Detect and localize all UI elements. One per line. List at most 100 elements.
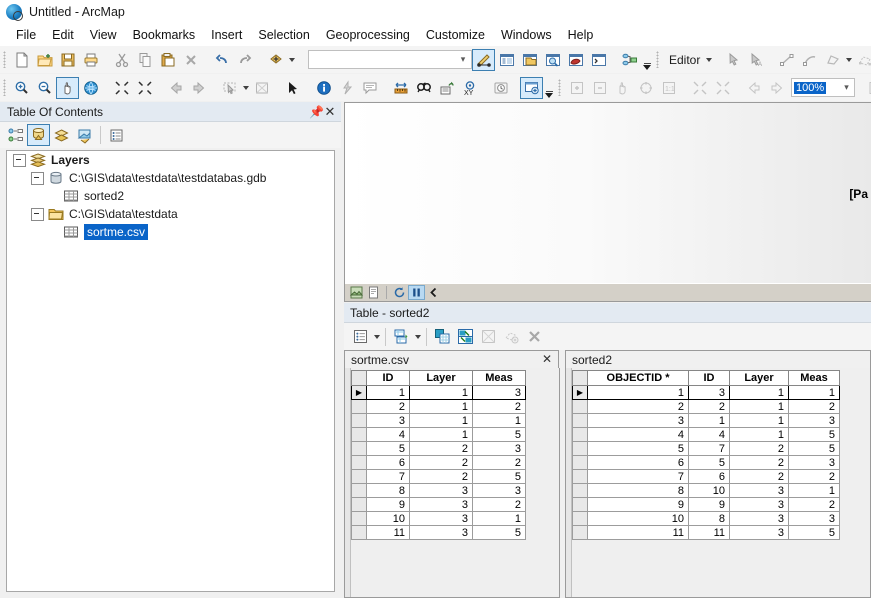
cell-meas[interactable]: 5 (788, 427, 840, 442)
cell-layer[interactable]: 2 (729, 455, 789, 470)
column-header-objectid[interactable]: OBJECTID * (587, 370, 689, 386)
cell-layer[interactable]: 3 (409, 511, 473, 526)
table-row[interactable]: 8 3 3 (351, 483, 526, 498)
cell-objectid[interactable]: 2 (587, 399, 689, 414)
table-row[interactable]: 11 3 5 (351, 525, 526, 540)
python-window-icon[interactable] (587, 49, 610, 71)
arctoolbox-icon[interactable] (564, 49, 587, 71)
cell-meas[interactable]: 2 (788, 399, 840, 414)
menu-edit[interactable]: Edit (44, 26, 82, 44)
row-selector-cell[interactable] (351, 455, 367, 470)
table-row[interactable]: 11 11 3 5 (572, 525, 840, 540)
toolbar-grip[interactable] (3, 51, 6, 68)
select-features-icon[interactable] (218, 77, 241, 99)
grid-vertical-scroll[interactable] (566, 368, 572, 597)
data-table[interactable]: OBJECTID * ID Layer Meas ▶ 1 3 1 1 2 2 1… (572, 370, 840, 540)
find-icon[interactable] (412, 77, 435, 99)
chevron-down-icon[interactable]: ▾ (455, 55, 471, 64)
catalog-window-icon[interactable] (518, 49, 541, 71)
table-row[interactable]: 3 1 1 (351, 413, 526, 428)
undo-icon[interactable] (210, 49, 233, 71)
tools-toolbar-grip[interactable] (3, 79, 6, 96)
layout-toolbar-grip[interactable] (558, 79, 561, 96)
cell-id[interactable]: 2 (688, 399, 730, 414)
cell-meas[interactable]: 5 (472, 525, 526, 540)
editor-menu-label[interactable]: Editor (663, 53, 704, 67)
cell-meas[interactable]: 5 (472, 427, 526, 442)
cell-layer[interactable]: 3 (729, 525, 789, 540)
go-back-extent-icon[interactable] (164, 77, 187, 99)
sorted2-grid[interactable]: OBJECTID * ID Layer Meas ▶ 1 3 1 1 2 2 1… (565, 368, 871, 598)
cell-meas[interactable]: 2 (472, 399, 526, 414)
cell-objectid[interactable]: 9 (587, 497, 689, 512)
column-header-layer[interactable]: Layer (409, 370, 473, 386)
layout-view-icon[interactable] (365, 285, 382, 300)
table-row[interactable]: 6 5 2 3 (572, 455, 840, 470)
list-by-visibility-icon[interactable] (50, 124, 73, 146)
expand-collapse-toggle[interactable] (31, 207, 44, 221)
cell-id[interactable]: 2 (366, 399, 410, 414)
find-route-icon[interactable] (435, 77, 458, 99)
row-selector-cell[interactable]: ▶ (351, 385, 367, 400)
table-row[interactable]: 5 7 2 5 (572, 441, 840, 456)
table-row[interactable]: 2 1 2 (351, 399, 526, 414)
table-row[interactable]: 8 10 3 1 (572, 483, 840, 498)
row-selector-cell[interactable] (572, 497, 588, 512)
data-view-icon[interactable] (348, 285, 365, 300)
expand-collapse-toggle[interactable] (13, 153, 26, 167)
related-tables-dropdown-arrow[interactable] (413, 326, 422, 348)
open-document-icon[interactable] (33, 49, 56, 71)
cell-id[interactable]: 8 (688, 511, 730, 526)
grid-vertical-scroll[interactable] (345, 368, 351, 597)
cell-meas[interactable]: 2 (472, 497, 526, 512)
delete-selected-icon[interactable] (523, 326, 546, 348)
cell-layer[interactable]: 1 (409, 427, 473, 442)
cell-id[interactable]: 7 (366, 469, 410, 484)
pan-icon[interactable] (56, 76, 79, 99)
select-by-attributes-icon[interactable] (431, 326, 454, 348)
table-row[interactable]: 10 3 1 (351, 511, 526, 526)
table-row[interactable]: 5 2 3 (351, 441, 526, 456)
list-by-selection-icon[interactable] (73, 124, 96, 146)
list-by-source-icon[interactable] (27, 124, 50, 146)
row-selector-cell[interactable] (351, 483, 367, 498)
column-header-meas[interactable]: Meas (788, 370, 840, 386)
cell-layer[interactable]: 3 (409, 483, 473, 498)
row-selector-cell[interactable] (572, 441, 588, 456)
table-row[interactable]: 9 9 3 2 (572, 497, 840, 512)
list-by-drawing-order-icon[interactable] (4, 124, 27, 146)
menu-geoprocessing[interactable]: Geoprocessing (318, 26, 418, 44)
menu-help[interactable]: Help (560, 26, 602, 44)
time-slider-icon[interactable] (489, 77, 512, 99)
cell-id[interactable]: 11 (366, 525, 410, 540)
clear-selection-icon[interactable] (250, 77, 273, 99)
cell-id[interactable]: 6 (366, 455, 410, 470)
sortme-csv-grid[interactable]: ID Layer Meas ▶ 1 1 3 2 1 2 3 1 1 4 1 5 … (344, 368, 560, 598)
cell-layer[interactable]: 2 (409, 469, 473, 484)
menu-customize[interactable]: Customize (418, 26, 493, 44)
refresh-view-icon[interactable] (391, 285, 408, 300)
hyperlink-icon[interactable] (335, 77, 358, 99)
create-viewer-window-icon[interactable] (520, 76, 543, 99)
cell-id[interactable]: 6 (688, 469, 730, 484)
cell-layer[interactable]: 2 (409, 441, 473, 456)
cell-objectid[interactable]: 6 (587, 455, 689, 470)
cell-layer[interactable]: 3 (409, 497, 473, 512)
toc-node-layers[interactable]: Layers (7, 151, 334, 169)
cell-id[interactable]: 5 (688, 455, 730, 470)
cell-objectid[interactable]: 3 (587, 413, 689, 428)
select-features-dropdown-arrow[interactable] (241, 77, 250, 99)
search-window-icon[interactable] (541, 49, 564, 71)
menu-insert[interactable]: Insert (203, 26, 250, 44)
table-row[interactable]: 10 8 3 3 (572, 511, 840, 526)
new-document-icon[interactable] (10, 49, 33, 71)
measure-icon[interactable] (389, 77, 412, 99)
column-header-id[interactable]: ID (366, 370, 410, 386)
data-table[interactable]: ID Layer Meas ▶ 1 1 3 2 1 2 3 1 1 4 1 5 … (351, 370, 526, 540)
table-row[interactable]: 7 6 2 2 (572, 469, 840, 484)
cell-objectid[interactable]: 7 (587, 469, 689, 484)
row-selector-cell[interactable] (572, 483, 588, 498)
cell-id[interactable]: 4 (688, 427, 730, 442)
cell-layer[interactable]: 1 (729, 413, 789, 428)
cell-layer[interactable]: 1 (729, 427, 789, 442)
